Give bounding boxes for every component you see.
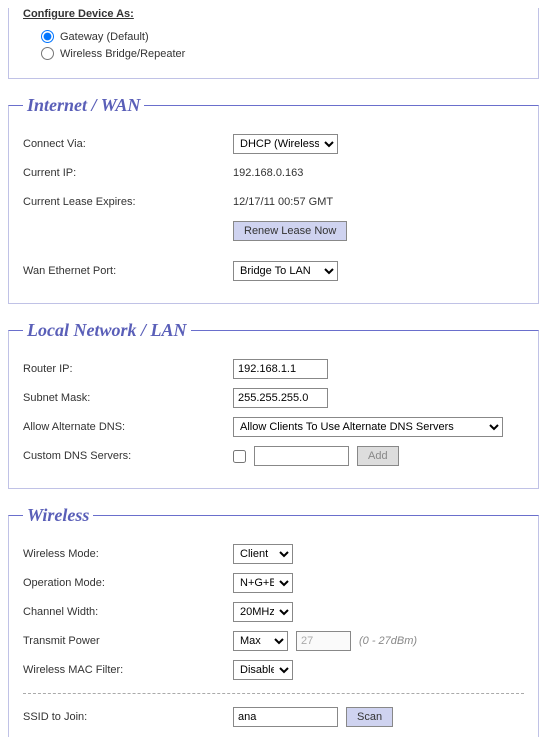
radio-bridge[interactable]: [41, 47, 54, 60]
wireless-legend: Wireless: [23, 505, 93, 526]
wan-panel: Internet / WAN Connect Via: DHCP (Wirele…: [8, 95, 539, 304]
wan-connect-label: Connect Via:: [23, 138, 233, 150]
radio-gateway[interactable]: [41, 30, 54, 43]
wan-lease-value: 12/17/11 00:57 GMT: [233, 196, 333, 208]
wan-port-row: Wan Ethernet Port: Bridge To LAN: [23, 260, 524, 282]
tx-power-num-input: [296, 631, 351, 651]
lan-customdns-row: Custom DNS Servers: Add: [23, 445, 524, 467]
mac-filter-select[interactable]: Disabled: [233, 660, 293, 680]
op-mode-select[interactable]: N+G+B: [233, 573, 293, 593]
wan-connect-select[interactable]: DHCP (Wireless): [233, 134, 338, 154]
wan-legend: Internet / WAN: [23, 95, 144, 116]
ch-width-select[interactable]: 20MHz: [233, 602, 293, 622]
lan-altdns-label: Allow Alternate DNS:: [23, 421, 233, 433]
radio-bridge-row: Wireless Bridge/Repeater: [41, 47, 524, 60]
ch-width-row: Channel Width: 20MHz: [23, 601, 524, 623]
scan-button[interactable]: Scan: [346, 707, 393, 727]
wan-ip-row: Current IP: 192.168.0.163: [23, 162, 524, 184]
wan-port-label: Wan Ethernet Port:: [23, 265, 233, 277]
radio-gateway-label: Gateway (Default): [60, 31, 149, 43]
ssid-label: SSID to Join:: [23, 711, 233, 723]
lan-panel: Local Network / LAN Router IP: Subnet Ma…: [8, 320, 539, 489]
ssid-input[interactable]: [233, 707, 338, 727]
wan-lease-row: Current Lease Expires: 12/17/11 00:57 GM…: [23, 191, 524, 213]
wireless-mode-row: Wireless Mode: Client: [23, 543, 524, 565]
op-mode-label: Operation Mode:: [23, 577, 233, 589]
router-ip-input[interactable]: [233, 359, 328, 379]
wan-ip-value: 192.168.0.163: [233, 167, 303, 179]
lan-altdns-row: Allow Alternate DNS: Allow Clients To Us…: [23, 416, 524, 438]
ssid-row: SSID to Join: Scan: [23, 706, 524, 728]
wan-lease-label: Current Lease Expires:: [23, 196, 233, 208]
tx-power-select[interactable]: Max: [233, 631, 288, 651]
radio-bridge-label: Wireless Bridge/Repeater: [60, 48, 185, 60]
wireless-mode-select[interactable]: Client: [233, 544, 293, 564]
op-mode-row: Operation Mode: N+G+B: [23, 572, 524, 594]
ch-width-label: Channel Width:: [23, 606, 233, 618]
lan-legend: Local Network / LAN: [23, 320, 191, 341]
wireless-panel: Wireless Wireless Mode: Client Operation…: [8, 505, 539, 737]
mac-filter-row: Wireless MAC Filter: Disabled: [23, 659, 524, 681]
tx-power-label: Transmit Power: [23, 635, 233, 647]
add-dns-button[interactable]: Add: [357, 446, 399, 466]
custom-dns-input[interactable]: [254, 446, 349, 466]
wireless-mode-label: Wireless Mode:: [23, 548, 233, 560]
renew-lease-button[interactable]: Renew Lease Now: [233, 221, 347, 241]
subnet-mask-input[interactable]: [233, 388, 328, 408]
tx-power-hint: (0 - 27dBm): [359, 635, 417, 647]
lan-routerip-label: Router IP:: [23, 363, 233, 375]
lan-subnet-label: Subnet Mask:: [23, 392, 233, 404]
radio-gateway-row: Gateway (Default): [41, 30, 524, 43]
wan-renew-row: Renew Lease Now: [23, 220, 524, 242]
wan-ip-label: Current IP:: [23, 167, 233, 179]
custom-dns-checkbox[interactable]: [233, 450, 246, 463]
tx-power-row: Transmit Power Max (0 - 27dBm): [23, 630, 524, 652]
lan-routerip-row: Router IP:: [23, 358, 524, 380]
mac-filter-label: Wireless MAC Filter:: [23, 664, 233, 676]
alt-dns-select[interactable]: Allow Clients To Use Alternate DNS Serve…: [233, 417, 503, 437]
configure-device-title: Configure Device As:: [23, 8, 134, 20]
lan-subnet-row: Subnet Mask:: [23, 387, 524, 409]
wireless-divider: [23, 693, 524, 694]
wan-connect-row: Connect Via: DHCP (Wireless): [23, 133, 524, 155]
wan-port-select[interactable]: Bridge To LAN: [233, 261, 338, 281]
configure-device-panel: Configure Device As: Gateway (Default) W…: [8, 8, 539, 79]
lan-customdns-label: Custom DNS Servers:: [23, 450, 233, 462]
